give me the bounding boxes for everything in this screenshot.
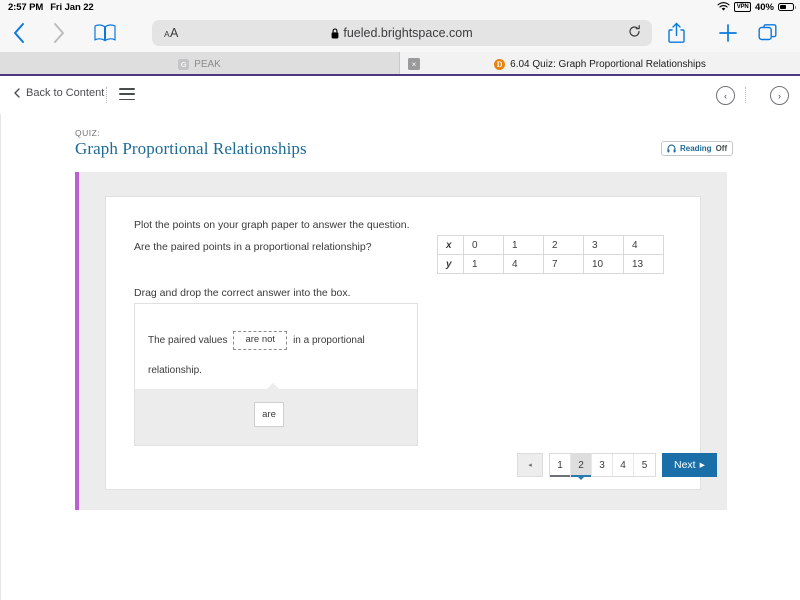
screen: 2:57 PM Fri Jan 22 VPN 40% A A fueled.br… xyxy=(0,0,800,600)
pagination-page-5[interactable]: 5 xyxy=(634,454,655,476)
status-time: 2:57 PM xyxy=(8,1,44,13)
reading-state: Off xyxy=(715,144,728,153)
status-bar-left: 2:57 PM Fri Jan 22 xyxy=(8,2,94,13)
chevron-left-icon xyxy=(14,88,20,98)
instruction-line-1: Plot the points on your graph paper to a… xyxy=(134,219,410,231)
url-bar[interactable]: AA fueled.brightspace.com xyxy=(152,20,652,46)
url-text-group: fueled.brightspace.com xyxy=(331,26,473,40)
table-cell: 0 xyxy=(463,235,504,255)
bookmarks-icon[interactable] xyxy=(94,24,116,42)
table-row-label: y xyxy=(437,254,464,274)
next-activity-button[interactable]: › xyxy=(770,86,789,105)
browser-tab-quiz[interactable]: D 6.04 Quiz: Graph Proportional Relation… xyxy=(400,52,800,76)
next-question-button[interactable]: Next ▸ xyxy=(662,453,717,477)
table-cell: 3 xyxy=(583,235,624,255)
tray-notch-icon xyxy=(267,383,279,389)
pagination-page-4[interactable]: 4 xyxy=(613,454,634,476)
status-bar-right: VPN 40% xyxy=(717,1,796,13)
panel-accent-bar xyxy=(75,172,79,510)
table-cell: 4 xyxy=(503,254,544,274)
drag-tile-tray: are xyxy=(135,383,417,445)
drag-and-drop-area: The paired values are not in a proportio… xyxy=(134,303,418,446)
pagination-page-1[interactable]: 1 xyxy=(550,454,571,477)
quiz-eyebrow: QUIZ: xyxy=(75,128,101,138)
status-date: Fri Jan 22 xyxy=(50,1,94,13)
quiz-question-panel: Plot the points on your graph paper to a… xyxy=(75,172,727,510)
text-size-icon[interactable]: AA xyxy=(164,26,179,40)
reading-label: Reading xyxy=(680,144,712,153)
pagination-page-2[interactable]: 2 xyxy=(571,454,592,480)
reload-icon[interactable] xyxy=(628,25,641,41)
xy-data-table: x 0 1 2 3 4 y 1 4 7 10 13 xyxy=(437,235,664,274)
instruction-line-2: Are the paired points in a proportional … xyxy=(134,241,372,253)
instruction-line-3: Drag and drop the correct answer into th… xyxy=(134,287,351,299)
ios-status-bar: 2:57 PM Fri Jan 22 VPN 40% xyxy=(0,0,800,14)
share-icon[interactable] xyxy=(668,22,685,44)
table-cell: 10 xyxy=(583,254,624,274)
battery-icon xyxy=(778,3,796,11)
table-cell: 1 xyxy=(503,235,544,255)
lock-icon xyxy=(331,27,339,38)
vpn-badge: VPN xyxy=(734,2,751,12)
back-to-content-label: Back to Content xyxy=(26,87,105,99)
sentence-before: The paired values xyxy=(148,335,228,346)
table-cell: 1 xyxy=(463,254,504,274)
browser-tab-peak[interactable]: G PEAK xyxy=(0,52,400,76)
close-tab-icon[interactable]: × xyxy=(408,58,420,70)
favicon-d2l-icon: D xyxy=(494,58,506,70)
arrow-right-icon: ▸ xyxy=(699,459,705,471)
url-value: fueled.brightspace.com xyxy=(343,26,473,40)
new-tab-icon[interactable] xyxy=(718,23,738,43)
table-cell: 4 xyxy=(623,235,664,255)
answer-sentence: The paired values are not in a proportio… xyxy=(148,326,410,386)
table-row-label: x xyxy=(437,235,464,255)
table-cell: 13 xyxy=(623,254,664,274)
nav-divider xyxy=(106,87,108,103)
tabs-overview-icon[interactable] xyxy=(758,23,778,43)
menu-icon[interactable] xyxy=(119,88,135,100)
table-row: y 1 4 7 10 13 xyxy=(437,254,664,274)
quiz-pagination: ◂ 1 2 3 4 5 Next ▸ xyxy=(517,453,717,480)
reading-toggle-button[interactable]: Reading Off xyxy=(661,141,734,156)
headphones-icon xyxy=(667,144,676,153)
table-cell: 2 xyxy=(543,235,584,255)
pagination-numbers: 1 2 3 4 5 xyxy=(549,453,656,480)
answer-dropzone[interactable]: are not xyxy=(233,330,288,350)
quiz-page-body: QUIZ: Graph Proportional Relationships R… xyxy=(0,114,800,600)
back-icon[interactable] xyxy=(12,22,26,44)
previous-activity-button[interactable]: ‹ xyxy=(716,86,735,105)
favicon-google-icon: G xyxy=(178,58,190,70)
browser-tab-title: 6.04 Quiz: Graph Proportional Relationsh… xyxy=(510,58,706,70)
forward-icon xyxy=(52,22,66,44)
battery-percent: 40% xyxy=(754,1,774,13)
wifi-icon xyxy=(717,2,730,11)
table-cell: 7 xyxy=(543,254,584,274)
question-card: Plot the points on your graph paper to a… xyxy=(105,196,717,490)
nav-divider xyxy=(745,87,747,103)
pagination-page-3[interactable]: 3 xyxy=(592,454,613,476)
table-row: x 0 1 2 3 4 xyxy=(437,235,664,255)
back-to-content-button[interactable]: Back to Content xyxy=(14,87,104,99)
page-title: Graph Proportional Relationships xyxy=(75,139,307,158)
browser-tab-title: PEAK xyxy=(194,58,221,70)
safari-toolbar: AA fueled.brightspace.com xyxy=(0,14,800,52)
pagination-prev-button[interactable]: ◂ xyxy=(517,453,543,477)
next-label: Next xyxy=(674,459,696,471)
browser-tab-bar: G PEAK D 6.04 Quiz: Graph Proportional R… xyxy=(0,52,800,76)
drag-tile-are[interactable]: are xyxy=(254,402,284,427)
